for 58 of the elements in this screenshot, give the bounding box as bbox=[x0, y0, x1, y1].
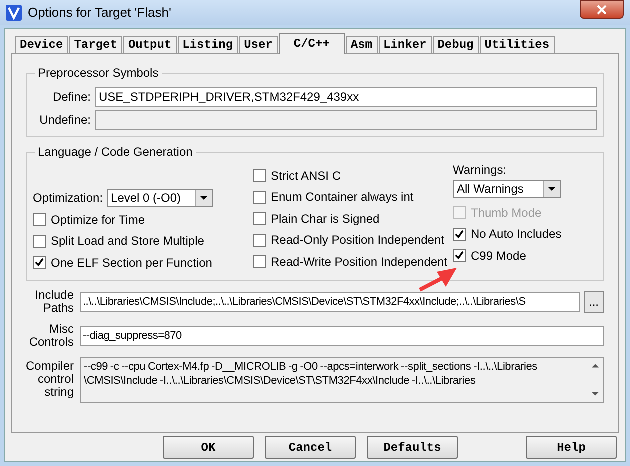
group-title: Language / Code Generation bbox=[37, 145, 194, 159]
optimization-label: Optimization: bbox=[33, 191, 104, 205]
tab[interactable]: Utilities bbox=[480, 36, 555, 53]
tab[interactable]: Linker bbox=[378, 36, 432, 53]
close-icon bbox=[597, 4, 607, 14]
checkbox-option[interactable]: Strict ANSI C bbox=[253, 165, 453, 186]
close-button[interactable] bbox=[580, 0, 624, 19]
checkbox-option[interactable]: One ELF Section per Function bbox=[33, 252, 253, 274]
tab[interactable]: Debug bbox=[432, 36, 479, 53]
field-label: Include Paths bbox=[34, 288, 75, 314]
dialog-button[interactable]: Cancel bbox=[265, 436, 356, 459]
tab[interactable]: Listing bbox=[178, 36, 238, 53]
tab[interactable]: C/C++ bbox=[278, 33, 345, 54]
checkbox-option[interactable]: Read-Write Position Independent bbox=[253, 251, 453, 272]
checkbox-option[interactable]: No Auto Includes bbox=[453, 224, 597, 245]
caret-icon bbox=[200, 196, 208, 200]
dialog-button[interactable]: Defaults bbox=[367, 436, 458, 459]
tab[interactable]: Asm bbox=[346, 36, 378, 53]
checkbox[interactable] bbox=[33, 234, 46, 248]
compiler-string-field: --c99 -c --cpu Cortex-M4.fp -D__MICROLIB -g -O0 --apcs=interwork --split_sections -I..\..\Libraries \CMSIS\Include -I..\..\Libraries\CMSIS\Device\ST\STM32F4xx\Include -I..\..\Libraries bbox=[80, 356, 604, 402]
tab[interactable]: Device bbox=[15, 36, 68, 53]
window-title: Options for Target 'Flash' bbox=[28, 5, 172, 20]
checkbox-option[interactable]: Optimize for Time bbox=[33, 209, 253, 230]
group-title: Preprocessor Symbols bbox=[37, 66, 160, 80]
field-label: Undefine: bbox=[38, 113, 92, 127]
checkbox[interactable] bbox=[33, 213, 46, 226]
checkbox-option[interactable]: Enum Container always int bbox=[253, 186, 453, 208]
checkbox[interactable] bbox=[453, 228, 466, 241]
tab[interactable]: Target bbox=[69, 36, 122, 53]
dialog-button[interactable]: Help bbox=[526, 436, 617, 459]
checkbox-option[interactable]: Read-Only Position Independent bbox=[253, 230, 453, 251]
checkbox-option[interactable]: Split Load and Store Multiple bbox=[33, 230, 253, 252]
warnings-label: Warnings: bbox=[453, 163, 508, 177]
warnings-dropdown[interactable]: All Warnings bbox=[453, 180, 561, 198]
checkbox[interactable] bbox=[453, 249, 466, 262]
checkbox[interactable] bbox=[253, 212, 266, 226]
tab[interactable]: User bbox=[239, 36, 278, 53]
optimization-dropdown[interactable]: Level 0 (-O0) bbox=[107, 189, 214, 207]
app-icon bbox=[6, 4, 22, 20]
misc-controls-field[interactable]: --diag_suppress=870 bbox=[80, 326, 604, 346]
tab[interactable]: Output bbox=[123, 36, 177, 53]
field-label: Compiler control string bbox=[26, 360, 76, 399]
checkbox[interactable] bbox=[33, 256, 46, 270]
checkbox[interactable] bbox=[253, 190, 266, 204]
checkbox[interactable] bbox=[253, 169, 266, 182]
define-field[interactable]: USE_STDPERIPH_DRIVER,STM32F429_439xx bbox=[95, 87, 597, 107]
browse-button[interactable]: ... bbox=[584, 290, 604, 312]
field-label: Define: bbox=[52, 90, 92, 104]
checkbox[interactable] bbox=[253, 255, 266, 268]
include-paths-field[interactable]: ..\..\Libraries\CMSIS\Include;..\..\Libraries\CMSIS\Device\ST\STM32F4xx\Include;..\..\Libraries\S bbox=[80, 292, 580, 312]
dialog-button[interactable]: OK bbox=[163, 436, 254, 459]
scroll-up-icon[interactable] bbox=[592, 364, 598, 368]
checkbox-option[interactable]: Plain Char is Signed bbox=[253, 208, 453, 230]
scroll-down-icon[interactable] bbox=[592, 392, 598, 396]
field-label: Misc Controls bbox=[28, 322, 75, 348]
checkbox-option[interactable]: C99 Mode bbox=[453, 245, 597, 266]
caret-icon bbox=[548, 187, 556, 191]
checkbox[interactable] bbox=[253, 234, 266, 247]
